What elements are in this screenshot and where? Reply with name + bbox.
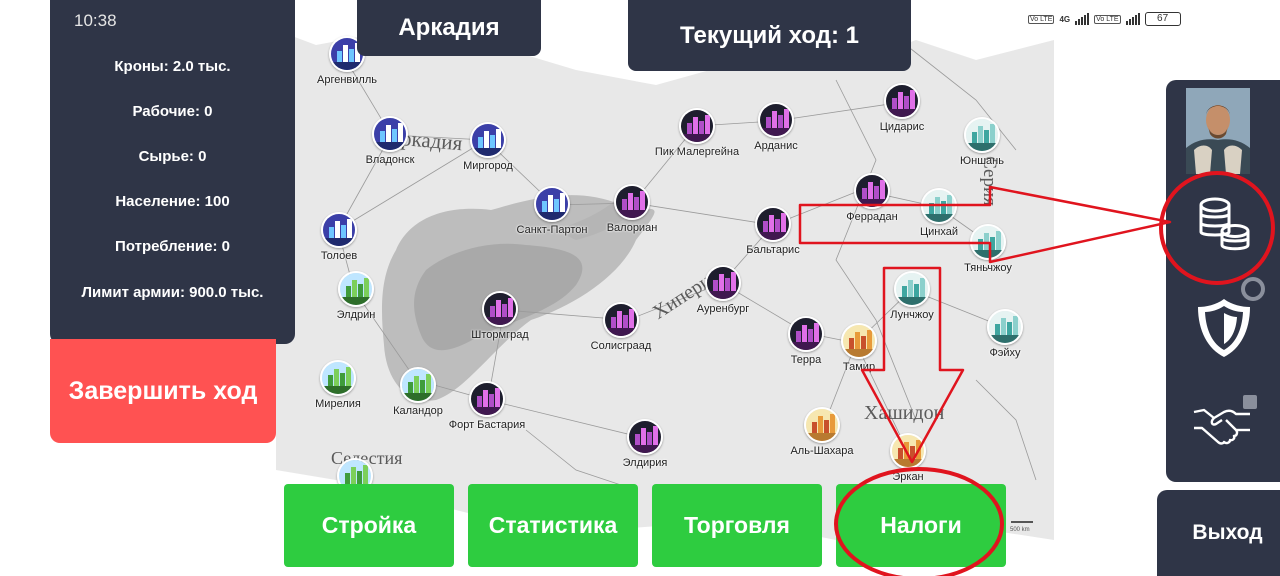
country-name: Аркадия	[357, 0, 541, 56]
city-icon	[970, 224, 1006, 260]
city-marker[interactable]: Ауренбург	[653, 265, 793, 315]
city-marker[interactable]: Толоев	[276, 212, 409, 262]
city-icon	[964, 117, 1000, 153]
city-icon	[338, 271, 374, 307]
city-marker[interactable]: Форт Бастария	[417, 381, 557, 431]
city-icon	[890, 433, 926, 469]
map-scale-label: 500 km	[1010, 527, 1030, 533]
side-menu	[1166, 80, 1280, 482]
city-icon	[372, 116, 408, 152]
battery-icon: 67	[1144, 12, 1181, 26]
city-icon	[470, 122, 506, 158]
resources-panel: 10:38 Кроны: 2.0 тыс. Рабочие: 0 Сырье: …	[50, 0, 295, 344]
city-name: Аргенвилль	[317, 74, 377, 86]
city-marker[interactable]: Арданис	[706, 102, 846, 152]
signal-strength-icon-2	[1125, 13, 1140, 25]
city-name: Юншань	[960, 155, 1004, 167]
build-button[interactable]: Стройка	[284, 484, 454, 567]
city-icon	[614, 184, 650, 220]
city-icon	[841, 323, 877, 359]
city-marker[interactable]: Эркан	[838, 433, 978, 483]
city-marker[interactable]: Тяньчжоу	[918, 224, 1054, 274]
city-name: Тамир	[842, 361, 876, 373]
city-name: Арданис	[754, 140, 798, 152]
shield-icon	[1198, 299, 1250, 357]
leader-portrait-icon	[1186, 88, 1250, 174]
city-marker[interactable]: Бальтарис	[703, 206, 843, 256]
notification-badge-icon	[1243, 395, 1257, 409]
stat-population: Население: 100	[115, 193, 230, 210]
city-icon	[894, 271, 930, 307]
statistics-button[interactable]: Статистика	[468, 484, 638, 567]
city-icon	[705, 265, 741, 301]
signal-strength-icon	[1075, 13, 1090, 25]
diplomacy-button[interactable]	[1190, 395, 1257, 450]
city-icon	[627, 419, 663, 455]
city-marker[interactable]: Элдрин	[286, 271, 426, 321]
city-name: Ауренбург	[696, 303, 750, 315]
city-name: Бальтарис	[746, 244, 800, 256]
finance-button[interactable]	[1191, 192, 1255, 256]
city-name: Солисграад	[590, 340, 652, 352]
exit-button[interactable]: Выход	[1157, 490, 1280, 576]
system-status-bar: Vo LTE 4G Vo LTE 67	[1028, 11, 1181, 27]
city-marker[interactable]: Валориан	[562, 184, 702, 234]
city-name: Элдирия	[622, 457, 668, 469]
city-name: Штормград	[471, 329, 529, 341]
volte-badge-2: Vo LTE	[1094, 14, 1121, 24]
city-name: Фэйху	[989, 347, 1021, 359]
current-turn: Текущий ход: 1	[628, 0, 911, 71]
city-icon	[758, 102, 794, 138]
city-icon	[755, 206, 791, 242]
city-icon	[804, 407, 840, 443]
coins-stack-icon	[1199, 197, 1250, 251]
defense-button[interactable]	[1194, 295, 1254, 361]
city-icon	[603, 302, 639, 338]
stat-army-limit: Лимит армии: 900.0 тыс.	[81, 284, 264, 301]
stat-consumption: Потребление: 0	[115, 238, 230, 255]
trade-button[interactable]: Торговля	[652, 484, 822, 567]
city-marker[interactable]: Юншань	[912, 117, 1052, 167]
city-marker[interactable]: Фэйху	[935, 309, 1054, 359]
stat-crowns: Кроны: 2.0 тыс.	[114, 58, 231, 75]
taxes-button[interactable]: Налоги	[836, 484, 1006, 567]
city-icon	[884, 83, 920, 119]
volte-badge: Vo LTE	[1028, 14, 1055, 24]
city-name: Миргород	[463, 160, 513, 172]
network-type: 4G	[1059, 14, 1071, 24]
city-icon	[321, 212, 357, 248]
end-turn-button[interactable]: Завершить ход	[50, 339, 276, 443]
city-marker[interactable]: Штормград	[430, 291, 570, 341]
leader-avatar[interactable]	[1186, 88, 1250, 174]
city-name: Толоев	[320, 250, 358, 262]
stat-workers: Рабочие: 0	[132, 103, 213, 120]
world-map[interactable]: 500 km Аркадия Хиперион Хашидон Селестия…	[276, 0, 1054, 548]
city-icon	[987, 309, 1023, 345]
city-icon	[469, 381, 505, 417]
city-name: Эркан	[892, 471, 924, 483]
city-marker[interactable]: Тамир	[789, 323, 929, 373]
city-name: Форт Бастария	[448, 419, 526, 431]
city-icon	[482, 291, 518, 327]
city-marker[interactable]: Элдирия	[575, 419, 715, 469]
city-name: Валориан	[606, 222, 658, 234]
city-marker[interactable]: Миргород	[418, 122, 558, 172]
clock: 10:38	[74, 11, 117, 30]
radio-circle-icon	[1241, 277, 1265, 301]
stat-raw-materials: Сырье: 0	[138, 148, 207, 165]
city-icon	[921, 188, 957, 224]
city-name: Элдрин	[336, 309, 376, 321]
defense-toggle[interactable]	[1238, 274, 1268, 304]
